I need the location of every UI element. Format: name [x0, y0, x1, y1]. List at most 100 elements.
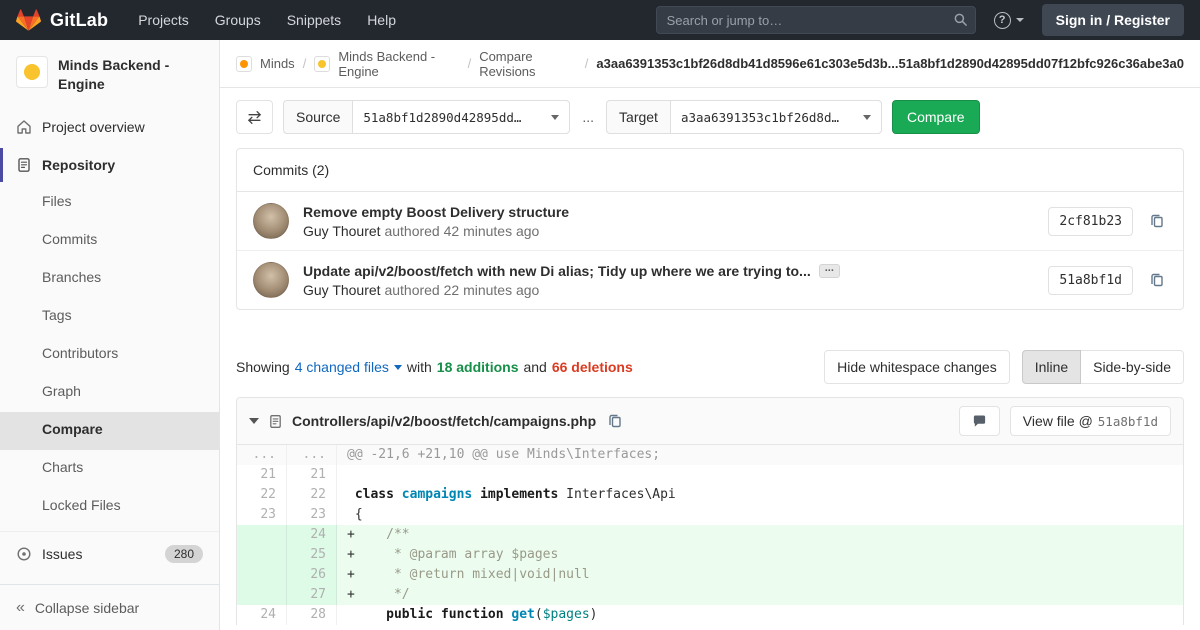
diff-new-line-number[interactable]: 25 — [287, 545, 337, 565]
commit-sha-link[interactable]: 2cf81b23 — [1048, 206, 1133, 236]
diff-line-added: 24 + /** — [237, 525, 1183, 545]
code-token: + — [347, 567, 394, 582]
help-menu[interactable] — [993, 11, 1024, 29]
diff-new-line-number[interactable]: 21 — [287, 465, 337, 485]
sidebar-item-locked-files[interactable]: Locked Files — [0, 488, 219, 526]
diff-line: 21 21 — [237, 465, 1183, 485]
chevron-down-icon — [551, 114, 560, 120]
copy-file-path-button[interactable] — [605, 411, 625, 431]
diff-file-path[interactable]: Controllers/api/v2/boost/fetch/campaigns… — [292, 413, 596, 429]
changed-files-label: 4 changed files — [294, 359, 389, 375]
collapse-diff-icon[interactable] — [249, 418, 259, 424]
diff-new-line-number[interactable]: 24 — [287, 525, 337, 545]
sidebar-project-context[interactable]: Minds Backend - Engine — [0, 40, 219, 108]
nav-help[interactable]: Help — [367, 12, 396, 28]
swap-revisions-button[interactable] — [236, 100, 273, 134]
author-avatar[interactable] — [253, 262, 289, 298]
diff-new-line-number[interactable]: 23 — [287, 505, 337, 525]
breadcrumb-current-sha: a3aa6391353c1bf26d8db41d8596e61c303e5d3b… — [596, 56, 1184, 71]
clipboard-icon — [1151, 273, 1163, 287]
diff-old-line-number[interactable]: 21 — [237, 465, 287, 485]
diff-old-line-number[interactable] — [237, 545, 287, 565]
nav-snippets[interactable]: Snippets — [287, 12, 341, 28]
breadcrumb-group[interactable]: Minds — [260, 56, 295, 71]
diff-old-line-number[interactable]: 22 — [237, 485, 287, 505]
target-revision-value: a3aa6391353c1bf26d8d… — [680, 109, 839, 125]
source-revision-group: Source 51a8bf1d2890d42895dd… — [283, 100, 571, 134]
breadcrumb-project[interactable]: Minds Backend - Engine — [338, 49, 459, 79]
sidebar: Minds Backend - Engine Project overview … — [0, 40, 220, 630]
breadcrumb-compare-revisions[interactable]: Compare Revisions — [479, 49, 577, 79]
commit-meta-text: authored 22 minutes ago — [384, 281, 540, 298]
diff-line-content: { — [337, 505, 1183, 525]
diff-line-content: + */ — [337, 585, 1183, 605]
commit-sha-link[interactable]: 51a8bf1d — [1048, 265, 1133, 295]
commit-author-link[interactable]: Guy Thouret — [303, 282, 381, 298]
sidebar-item-contributors[interactable]: Contributors — [0, 336, 219, 374]
author-avatar[interactable] — [253, 203, 289, 239]
commit-title: Update api/v2/boost/fetch with new Di al… — [303, 262, 811, 279]
diff-old-line-number[interactable] — [237, 565, 287, 585]
diff-old-line-number[interactable]: 23 — [237, 505, 287, 525]
diff-line-content — [337, 465, 1183, 485]
gitlab-home-link[interactable]: GitLab — [16, 8, 108, 32]
nav-projects[interactable]: Projects — [138, 12, 189, 28]
diff-new-line-number[interactable]: 22 — [287, 485, 337, 505]
diff-old-line-number[interactable]: ... — [237, 445, 287, 465]
nav-groups[interactable]: Groups — [215, 12, 261, 28]
copy-sha-button[interactable] — [1147, 211, 1167, 231]
diff-new-line-number[interactable]: 28 — [287, 605, 337, 625]
source-revision-dropdown[interactable]: 51a8bf1d2890d42895dd… — [352, 100, 571, 134]
sidebar-item-graph[interactable]: Graph — [0, 374, 219, 412]
diff-file-header: Controllers/api/v2/boost/fetch/campaigns… — [237, 398, 1183, 445]
sign-in-button[interactable]: Sign in / Register — [1041, 4, 1184, 36]
side-by-side-view-button[interactable]: Side-by-side — [1080, 350, 1184, 384]
sidebar-item-branches[interactable]: Branches — [0, 260, 219, 298]
diff-old-line-number[interactable] — [237, 585, 287, 605]
code-token: + — [347, 547, 394, 562]
diff-file-actions: View file @ 51a8bf1d — [958, 406, 1171, 436]
compare-button[interactable]: Compare — [891, 100, 980, 134]
expand-commit-message-button[interactable] — [818, 263, 840, 278]
sidebar-item-commits[interactable]: Commits — [0, 222, 219, 260]
sidebar-item-compare[interactable]: Compare — [0, 411, 219, 450]
chevron-down-icon — [862, 114, 871, 120]
comment-button[interactable] — [958, 406, 1000, 436]
diff-new-line-number[interactable]: ... — [287, 445, 337, 465]
search-input[interactable] — [655, 6, 976, 34]
sidebar-item-repository[interactable]: Repository — [0, 146, 219, 184]
target-revision-dropdown[interactable]: a3aa6391353c1bf26d8d… — [669, 100, 882, 134]
inline-view-button[interactable]: Inline — [1021, 350, 1082, 384]
copy-sha-button[interactable] — [1147, 270, 1167, 290]
commit-title-link[interactable]: Update api/v2/boost/fetch with new Di al… — [303, 263, 840, 279]
sidebar-item-files[interactable]: Files — [0, 184, 219, 222]
chevron-down-icon — [1015, 18, 1024, 22]
breadcrumb-separator — [585, 56, 589, 71]
diff-line-content: + /** — [337, 525, 1183, 545]
diff-old-line-number[interactable]: 24 — [237, 605, 287, 625]
diff-new-line-number[interactable]: 27 — [287, 585, 337, 605]
code-token: + — [347, 527, 387, 542]
diff-line-content: public function get($pages) — [337, 605, 1183, 625]
commit-info: Remove empty Boost Delivery structure Gu… — [303, 204, 569, 239]
code-token: get — [511, 607, 535, 622]
sidebar-item-project-overview[interactable]: Project overview — [0, 108, 219, 146]
diff-line-content: + * @return mixed|void|null — [337, 565, 1183, 585]
diff-old-line-number[interactable] — [237, 525, 287, 545]
view-file-button[interactable]: View file @ 51a8bf1d — [1009, 406, 1171, 436]
sidebar-item-issues[interactable]: Issues 280 — [0, 530, 219, 574]
commit-author-link[interactable]: Guy Thouret — [303, 223, 381, 239]
hide-whitespace-button[interactable]: Hide whitespace changes — [824, 350, 1010, 384]
repository-subnav: Files Commits Branches Tags Contributors… — [0, 184, 219, 526]
sidebar-item-charts[interactable]: Charts — [0, 450, 219, 488]
sidebar-item-tags[interactable]: Tags — [0, 298, 219, 336]
breadcrumb-separator — [303, 56, 307, 71]
collapse-sidebar-button[interactable]: Collapse sidebar — [0, 584, 219, 630]
diff-new-line-number[interactable]: 26 — [287, 565, 337, 585]
changed-files-dropdown[interactable]: 4 changed files — [295, 359, 402, 375]
commit-title-link[interactable]: Remove empty Boost Delivery structure — [303, 204, 569, 220]
